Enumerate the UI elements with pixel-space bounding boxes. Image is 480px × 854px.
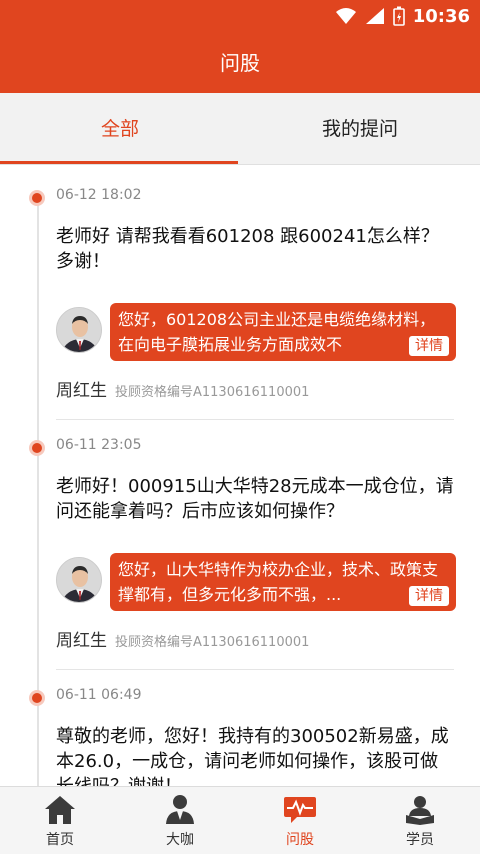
tab-bar: 全部 我的提问 xyxy=(0,93,480,165)
answer-bubble[interactable]: 您好，601208公司主业还是电缆绝缘材料，在向电子膜拓展业务方面成效不 详情 xyxy=(110,303,456,361)
answer-text: 您好，601208公司主业还是电缆绝缘材料，在向电子膜拓展业务方面成效不 xyxy=(118,310,436,354)
advisor-cert: 投顾资格编号A1130616110001 xyxy=(115,385,310,400)
nav-students-label: 学员 xyxy=(406,832,434,848)
answer-row[interactable]: 您好，山大华特作为校办企业，技术、政策支撑都有，但多元化多而不强，... 详情 xyxy=(56,553,456,617)
advisor-name: 周红生 xyxy=(56,381,107,401)
nav-experts[interactable]: 大咖 xyxy=(120,787,240,854)
student-icon xyxy=(406,796,434,825)
nav-experts-label: 大咖 xyxy=(166,832,194,848)
answer-text: 您好，山大华特作为校办企业，技术、政策支撑都有，但多元化多而不强，... xyxy=(118,560,439,604)
nav-home-label: 首页 xyxy=(46,832,74,848)
avatar[interactable] xyxy=(56,307,102,353)
page-title: 问股 xyxy=(0,33,480,93)
answer-bubble[interactable]: 您好，山大华特作为校办企业，技术、政策支撑都有，但多元化多而不强，... 详情 xyxy=(110,553,456,611)
timeline-dot xyxy=(32,193,42,203)
timeline-dot xyxy=(32,693,42,703)
battery-icon xyxy=(392,6,405,26)
question-feed[interactable]: 06-12 18:02 老师好 请帮我看看601208 跟600241怎么样？多… xyxy=(0,172,480,786)
question-time: 06-11 06:49 xyxy=(56,687,142,703)
question-time: 06-12 18:02 xyxy=(56,187,142,203)
nav-ask-stock-label: 问股 xyxy=(286,832,314,848)
wifi-icon xyxy=(335,8,356,24)
question-text[interactable]: 尊敬的老师，您好！我持有的300502新易盛，成本26.0，一成仓，请问老师如何… xyxy=(56,724,456,786)
home-icon xyxy=(45,796,75,824)
nav-students[interactable]: 学员 xyxy=(360,787,480,854)
details-button[interactable]: 详情 xyxy=(408,335,450,357)
advisor-info: 周红生 投顾资格编号A1130616110001 xyxy=(56,376,309,401)
details-button[interactable]: 详情 xyxy=(408,585,450,607)
divider xyxy=(56,419,454,420)
timeline-dot xyxy=(32,443,42,453)
answer-row[interactable]: 您好，601208公司主业还是电缆绝缘材料，在向电子膜拓展业务方面成效不 详情 xyxy=(56,303,456,367)
question-time: 06-11 23:05 xyxy=(56,437,142,453)
question-text[interactable]: 老师好 请帮我看看601208 跟600241怎么样？多谢！ xyxy=(56,224,456,274)
advisor-name: 周红生 xyxy=(56,631,107,651)
divider xyxy=(56,669,454,670)
nav-home[interactable]: 首页 xyxy=(0,787,120,854)
advisor-cert: 投顾资格编号A1130616110001 xyxy=(115,635,310,650)
bottom-nav: 首页 大咖 问股 学员 xyxy=(0,786,480,854)
ask-stock-icon xyxy=(284,797,316,823)
tab-my-questions[interactable]: 我的提问 xyxy=(240,93,480,164)
status-time: 10:36 xyxy=(412,5,470,27)
avatar[interactable] xyxy=(56,557,102,603)
status-bar: 10:36 xyxy=(0,0,480,33)
expert-icon xyxy=(166,795,194,824)
signal-icon xyxy=(365,8,384,24)
advisor-info: 周红生 投顾资格编号A1130616110001 xyxy=(56,626,309,651)
nav-ask-stock[interactable]: 问股 xyxy=(240,787,360,854)
question-text[interactable]: 老师好！000915山大华特28元成本一成仓位，请问还能拿着吗？后市应该如何操作… xyxy=(56,474,456,524)
tab-all[interactable]: 全部 xyxy=(0,93,240,164)
